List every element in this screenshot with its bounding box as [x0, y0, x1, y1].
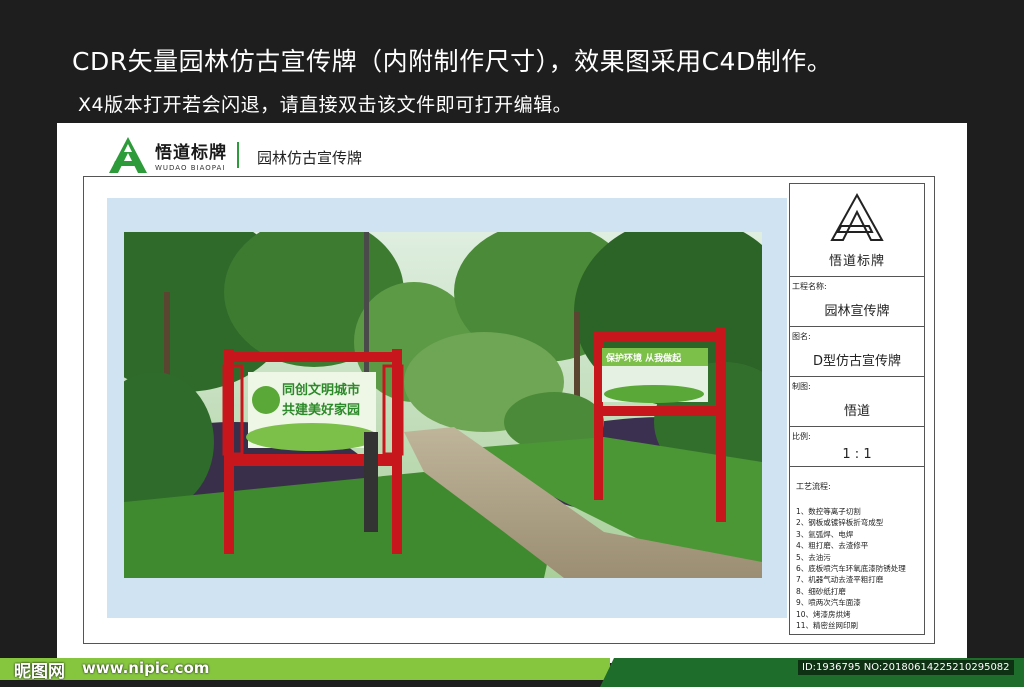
info-logo-text: 悟道标牌	[828, 253, 885, 269]
subline: X4版本打开若会闪退，请直接双击该文件即可打开编辑。	[78, 94, 573, 116]
watermark-id: ID:1936795 NO:20180614225210295082	[798, 660, 1014, 675]
drawing-frame: 同创文明城市 共建美好家园 保护环境 从我做起 悟道标牌 工程名称: 园林宣传牌…	[83, 176, 935, 644]
process-title: 工艺流程:	[796, 482, 831, 491]
process-step: 3、氩弧焊、电焊	[796, 529, 854, 539]
process-step: 8、细砂纸打磨	[796, 586, 846, 596]
maker-label: 制图:	[792, 382, 811, 391]
sheet-title: 园林仿古宣传牌	[257, 149, 363, 167]
brand-name: 悟道标牌	[155, 143, 227, 163]
process-step: 1、数控等离子切割	[796, 507, 861, 516]
drawing-value: D型仿古宣传牌	[812, 354, 901, 369]
project-value: 园林宣传牌	[824, 304, 890, 319]
scale-value: 1 : 1	[842, 447, 872, 462]
process-step: 10、烤漆房烘烤	[796, 609, 851, 619]
drawing-row: 图名: D型仿古宣传牌	[790, 327, 924, 377]
process-step: 4、粗打磨、去渣修平	[796, 541, 869, 551]
process-step: 6、底板喷汽车环氧底漆防锈处理	[796, 564, 906, 574]
brand-header: 悟道标牌 WUDAO BIAOPAI	[107, 131, 239, 179]
process-step: 2、钢板或镀锌板折弯成型	[796, 518, 884, 528]
info-column: 悟道标牌 工程名称: 园林宣传牌 图名: D型仿古宣传牌 制图: 悟道 比例: …	[789, 183, 925, 635]
brand-separator	[237, 142, 239, 168]
brand-logo-icon	[109, 137, 147, 173]
maker-row: 制图: 悟道	[790, 377, 924, 427]
render-panel: 同创文明城市 共建美好家园 保护环境 从我做起	[107, 198, 787, 618]
scale-row: 比例: 1 : 1	[790, 427, 924, 467]
watermark-url[interactable]: www.nipic.com	[82, 659, 209, 677]
process-step: 7、机器气动去渣平粗打磨	[796, 575, 884, 585]
design-sheet: 悟道标牌 WUDAO BIAOPAI 园林仿古宣传牌 同创文明城市 共建美好家园…	[57, 123, 967, 663]
info-logo-icon	[830, 192, 884, 241]
project-label: 工程名称:	[792, 282, 827, 291]
headline: CDR矢量园林仿古宣传牌（内附制作尺寸），效果图采用C4D制作。	[72, 47, 833, 76]
brand-name-en: WUDAO BIAOPAI	[155, 164, 226, 172]
drawing-label: 图名:	[792, 332, 811, 341]
process-step: 9、喷两次汽车面漆	[796, 598, 861, 608]
process-step: 11、精密丝网印刷	[796, 621, 859, 631]
garden-render-image: 同创文明城市 共建美好家园 保护环境 从我做起	[124, 232, 762, 578]
maker-value: 悟道	[843, 404, 870, 419]
page: { "header": { "headline": "CDR矢量园林仿古宣传牌（…	[0, 0, 1024, 687]
garden-scene-illustration: 同创文明城市 共建美好家园 保护环境 从我做起	[124, 232, 762, 578]
scale-label: 比例:	[792, 432, 811, 441]
project-row: 工程名称: 园林宣传牌	[790, 277, 924, 327]
watermark-logo: 昵图网	[14, 662, 65, 682]
left-sign-text-2: 共建美好家园	[282, 402, 360, 418]
right-sign-text: 保护环境 从我做起	[605, 352, 682, 364]
left-sign-text-1: 同创文明城市	[282, 382, 360, 398]
info-logo-block: 悟道标牌	[790, 184, 924, 277]
process-step: 5、去油污	[796, 552, 831, 562]
process-block: 工艺流程: 1、数控等离子切割 2、钢板或镀锌板折弯成型 3、氩弧焊、电焊 4、…	[790, 467, 924, 631]
